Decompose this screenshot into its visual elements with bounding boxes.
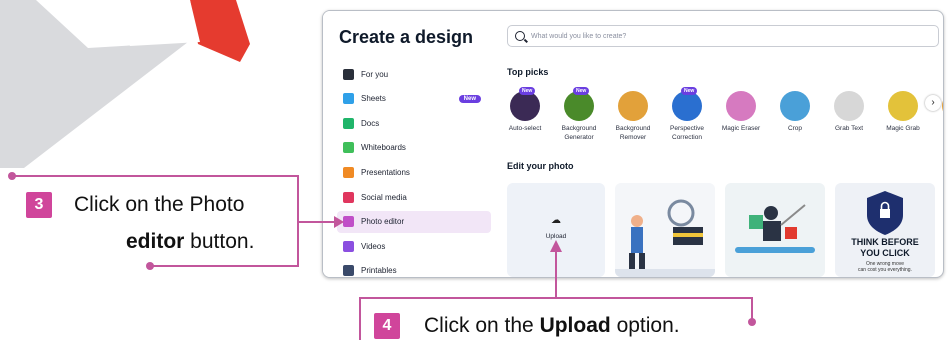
step3-caption-line2: editor button. [126,230,254,254]
step3-caption-line1: Click on the Photo [74,193,245,216]
step4-caption-start: Click on the [424,314,540,337]
step3-arrowhead [334,216,344,228]
step3-dot-start [8,172,16,180]
step4-caption: Click on the Upload option. [424,314,680,338]
step4-dot-end [748,318,756,326]
step3-caption-emphasis: editor [126,230,185,253]
callout-connectors [8,172,756,340]
step4-caption-end: option. [610,314,680,337]
step4-caption-emphasis: Upload [539,314,611,337]
step3-number-badge: 3 [26,192,52,218]
step4-arrowhead [550,240,562,252]
step3-dot-end [146,262,154,270]
step4-number-badge: 4 [374,313,400,339]
step3-caption-rest: button. [184,230,255,253]
